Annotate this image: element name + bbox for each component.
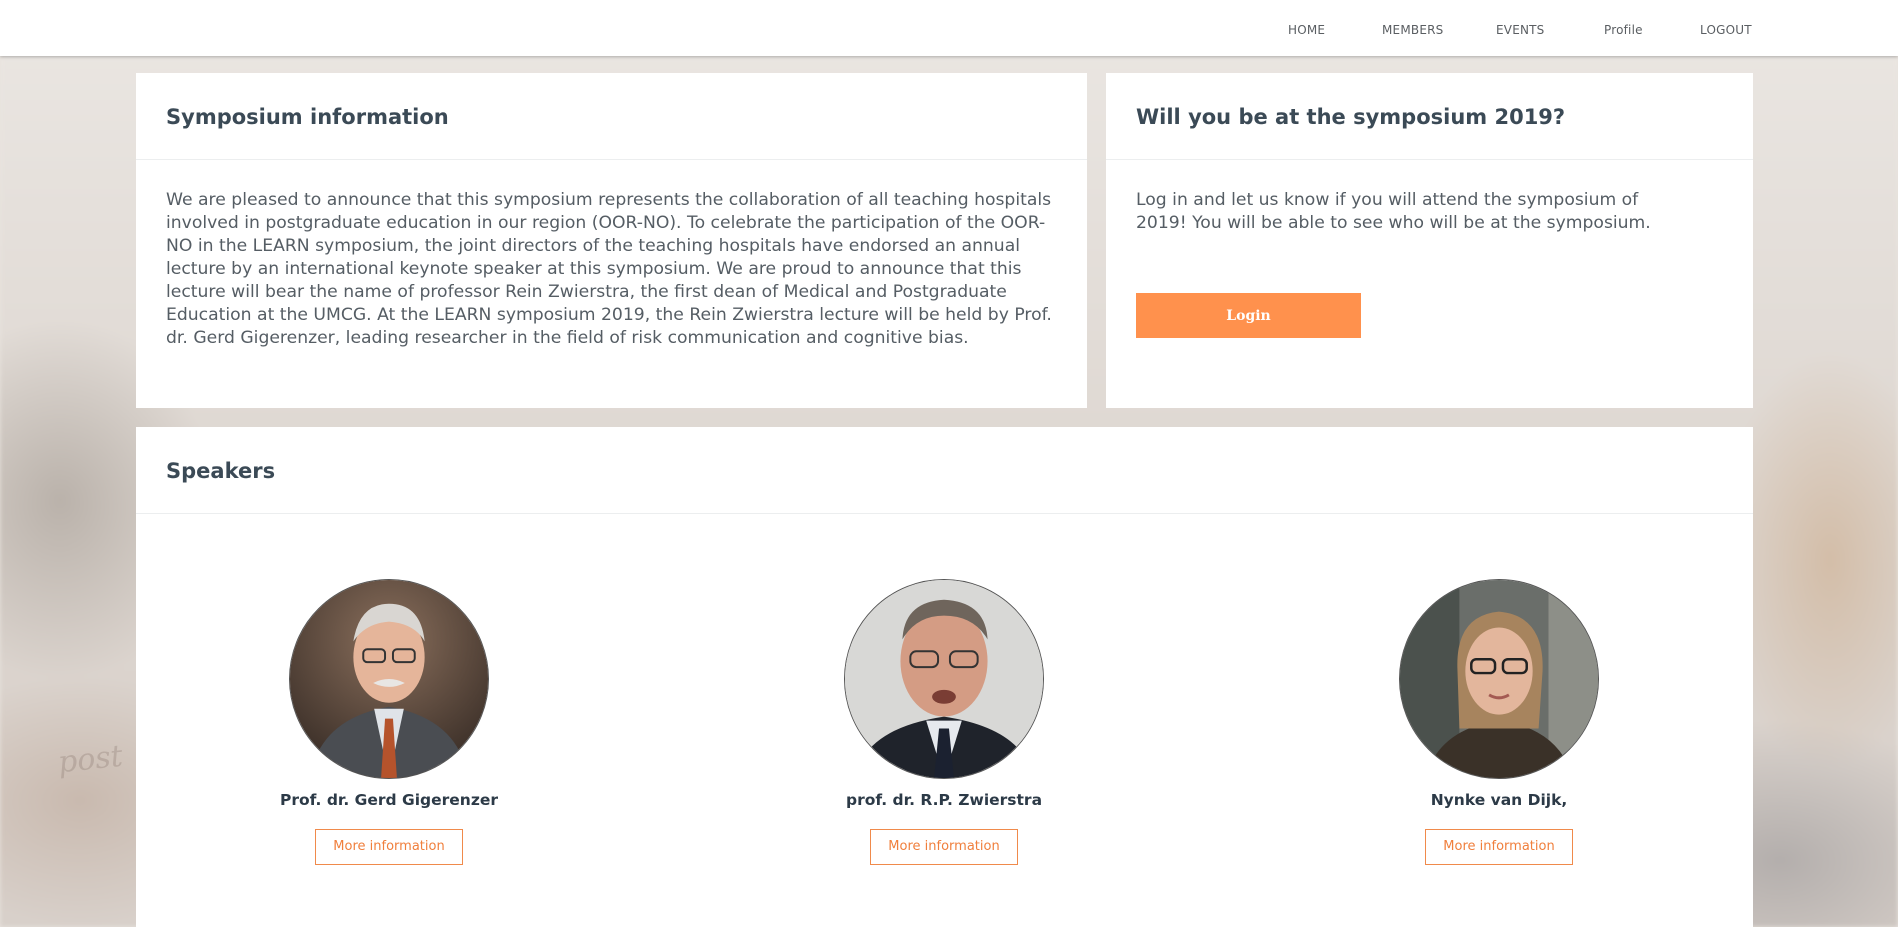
speaker-photo-gigerenzer: [289, 579, 489, 779]
background-decoration: post: [56, 738, 125, 781]
card-header: Symposium information: [136, 73, 1087, 160]
speakers-list: Prof. dr. Gerd Gigerenzer More informati…: [136, 579, 1753, 899]
card-header: Will you be at the symposium 2019?: [1106, 73, 1753, 160]
login-button[interactable]: Login: [1136, 293, 1361, 338]
attendance-text: Log in and let us know if you will atten…: [1136, 190, 1651, 233]
attendance-card: Will you be at the symposium 2019? Log i…: [1106, 73, 1753, 408]
speaker-photo-zwierstra: [844, 579, 1044, 779]
card-header: Speakers: [136, 427, 1753, 514]
speaker-name: Prof. dr. Gerd Gigerenzer: [279, 791, 499, 809]
symposium-info-text: We are pleased to announce that this sym…: [166, 190, 1052, 348]
speaker-name: prof. dr. R.P. Zwierstra: [845, 791, 1043, 809]
more-information-button[interactable]: More information: [870, 829, 1018, 865]
speaker-item: Prof. dr. Gerd Gigerenzer More informati…: [259, 579, 519, 865]
attendance-title: Will you be at the symposium 2019?: [1136, 105, 1566, 129]
speaker-name: Nynke van Dijk,: [1430, 791, 1568, 809]
nav-members[interactable]: MEMBERS: [1382, 23, 1443, 37]
speaker-photo-van-dijk: [1399, 579, 1599, 779]
top-navbar: HOME MEMBERS EVENTS Profile LOGOUT: [0, 0, 1898, 56]
speaker-item: Nynke van Dijk, More information: [1369, 579, 1629, 865]
nav-home[interactable]: HOME: [1288, 23, 1325, 37]
speakers-title: Speakers: [166, 459, 276, 483]
speakers-card: Speakers Prof. dr. Gerd Gigerenzer More …: [136, 427, 1753, 927]
more-information-button[interactable]: More information: [315, 829, 463, 865]
symposium-info-card: Symposium information We are pleased to …: [136, 73, 1087, 408]
nav-profile[interactable]: Profile: [1604, 23, 1643, 37]
speaker-item: prof. dr. R.P. Zwierstra More informatio…: [814, 579, 1074, 865]
nav-logout[interactable]: LOGOUT: [1700, 23, 1752, 37]
more-information-button[interactable]: More information: [1425, 829, 1573, 865]
symposium-info-title: Symposium information: [166, 105, 449, 129]
nav-events[interactable]: EVENTS: [1496, 23, 1545, 37]
